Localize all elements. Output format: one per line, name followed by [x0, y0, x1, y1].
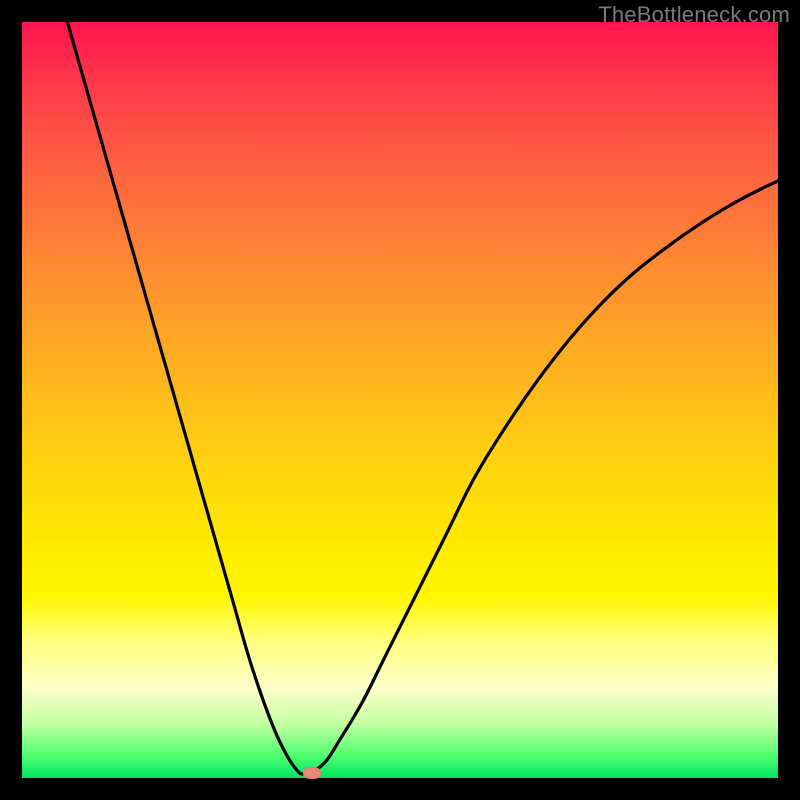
bottleneck-curve [22, 22, 778, 778]
attribution-text: TheBottleneck.com [598, 2, 790, 28]
chart-plot-area [22, 22, 778, 778]
optimum-marker [303, 767, 321, 779]
